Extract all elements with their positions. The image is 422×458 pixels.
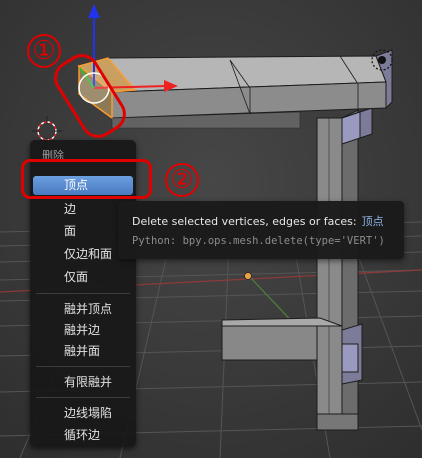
menu-item-edge-collapse[interactable]: 边线塌陷 (33, 404, 133, 423)
tooltip-python-command: Python: bpy.ops.mesh.delete(type='VERT') (132, 235, 385, 247)
menu-separator (36, 366, 130, 367)
menu-item-dissolve-edges[interactable]: 融并边 (33, 321, 133, 340)
tooltip-value: 顶点 (361, 215, 384, 228)
menu-item-dissolve-faces[interactable]: 融并面 (33, 342, 133, 361)
annotation-box-2 (21, 159, 152, 199)
menu-separator (36, 293, 130, 294)
annotation-marker-1: ① (27, 34, 61, 68)
menu-item-edge-loop[interactable]: 循环边 (33, 426, 133, 445)
object-origin-dot (244, 272, 252, 280)
annotation-marker-2: ② (165, 163, 199, 197)
menu-item-limited-dissolve[interactable]: 有限融并 (33, 373, 133, 392)
menu-item-dissolve-vertices[interactable]: 融并顶点 (33, 300, 133, 319)
tooltip-description: Delete selected vertices, edges or faces… (132, 213, 384, 229)
tooltip: Delete selected vertices, edges or faces… (118, 201, 404, 259)
menu-item-faces-only[interactable]: 仅面 (33, 268, 133, 287)
tooltip-description-text: Delete selected vertices, edges or faces… (132, 215, 357, 228)
menu-separator (36, 397, 130, 398)
